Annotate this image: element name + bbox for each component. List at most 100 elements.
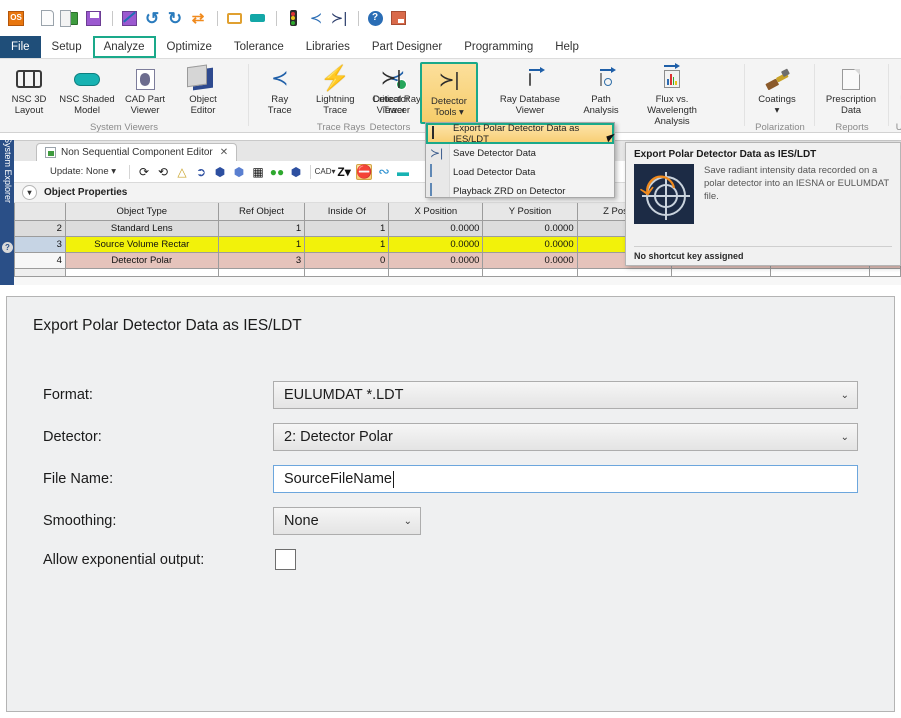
object-shade-icon[interactable]: ⬢ (232, 165, 246, 179)
menu-item-load-detector-data[interactable]: Load Detector Data (426, 163, 614, 182)
rotate-cw-icon[interactable]: ⟳ (137, 165, 151, 179)
flux-vs-wavelength-button[interactable]: Flux vs. Wavelength Analysis (630, 62, 714, 127)
nsc-3d-layout-button[interactable]: NSC 3D Layout (0, 62, 58, 116)
universal-plot-button[interactable]: ⚛ Universa Plot ▾ (890, 62, 901, 116)
ribbon-tab-libraries[interactable]: Libraries (295, 36, 361, 58)
ray-trace-icon[interactable]: ≺ (306, 8, 326, 28)
no-entry-icon[interactable]: ⛔ (356, 163, 372, 180)
cell-object-type[interactable]: Source Volume Rectar (64, 235, 219, 253)
properties-icon[interactable] (388, 8, 408, 28)
cell-inside-of[interactable]: 1 (304, 235, 390, 253)
ray-pointer-icon[interactable]: ➲ (194, 165, 208, 179)
z-axis-dropdown-icon[interactable]: Z▾ (337, 165, 351, 179)
file-name-input[interactable]: SourceFileName (273, 465, 858, 493)
cell-x-position[interactable]: 0.0000 (388, 235, 484, 253)
cell-y-position[interactable]: 0.0000 (482, 235, 578, 253)
window-tile-icon[interactable] (224, 8, 244, 28)
grid-header-cell[interactable] (14, 203, 66, 221)
help-icon[interactable]: ? (2, 242, 13, 253)
grid-header-cell[interactable]: Inside Of (304, 203, 390, 221)
cell-ref-object[interactable]: 1 (217, 219, 306, 237)
menu-item-playback-zrd-on-detector[interactable]: Playback ZRD on Detector (426, 182, 614, 201)
ribbon-tab-tolerance[interactable]: Tolerance (223, 36, 295, 58)
coatings-button[interactable]: Coatings ▾ (748, 62, 806, 116)
table-row-empty[interactable] (14, 267, 901, 277)
cell-object-type[interactable]: Detector Polar (64, 251, 219, 269)
cell-inside-of[interactable]: 0 (304, 251, 390, 269)
window-minimize-icon[interactable] (247, 8, 267, 28)
cell-empty[interactable] (64, 267, 219, 277)
cad-part-viewer-button[interactable]: CAD Part Viewer (116, 62, 174, 116)
redo-icon[interactable]: ↻ (165, 8, 185, 28)
ray-database-viewer-button[interactable]: Ray Database Viewer (488, 62, 572, 116)
ribbon-tab-programming[interactable]: Programming (453, 36, 544, 58)
grid-icon[interactable]: ▦ (251, 165, 265, 179)
ribbon-tab-file[interactable]: File (0, 36, 41, 58)
cell-y-position[interactable]: 0.0000 (482, 219, 578, 237)
menu-item-save-detector-data[interactable]: ≻| Save Detector Data (426, 144, 614, 163)
grid-header-cell[interactable]: X Position (388, 203, 484, 221)
cad-dropdown-icon[interactable]: CAD▾ (315, 165, 336, 179)
menu-item-label: Load Detector Data (453, 167, 536, 178)
ribbon-group-divider (744, 64, 745, 126)
ribbon-tab-optimize[interactable]: Optimize (156, 36, 223, 58)
detector-viewer-button[interactable]: ≻| Detector Viewer (362, 62, 420, 116)
ribbon-tab-help[interactable]: Help (544, 36, 590, 58)
smoothing-select[interactable]: None ⌄ (273, 507, 421, 535)
grid-header-cell[interactable]: Object Type (64, 203, 219, 221)
close-icon[interactable]: ✕ (220, 147, 228, 158)
detector-tools-button[interactable]: ≻| Detector Tools ▾ (420, 62, 478, 124)
cell-x-position[interactable]: 0.0000 (388, 251, 484, 269)
polygon-icon[interactable]: ⬢ (289, 165, 303, 179)
ribbon-tab-setup[interactable]: Setup (41, 36, 93, 58)
cell-empty[interactable] (576, 267, 672, 277)
cell-empty[interactable] (482, 267, 578, 277)
cell-inside-of[interactable]: 1 (304, 219, 390, 237)
update-mode-dropdown[interactable]: Update: None ▾ (50, 166, 116, 177)
ray-aim-icon[interactable]: ≻| (329, 8, 349, 28)
nsc-shaded-model-button[interactable]: NSC Shaded Model (58, 62, 116, 116)
lightning-trace-button[interactable]: ⚡ Lightning Trace (308, 62, 364, 117)
new-file-icon[interactable] (37, 8, 57, 28)
object-editor-button[interactable]: Object Editor (174, 62, 232, 116)
grid-header-cell[interactable]: Ref Object (217, 203, 306, 221)
grid-header-cell[interactable]: Y Position (482, 203, 578, 221)
ray-trace-button[interactable]: ≺ Ray Trace (252, 62, 308, 116)
allow-exponential-checkbox[interactable] (275, 549, 296, 570)
cell-empty[interactable] (670, 267, 772, 277)
two-dots-icon[interactable]: ●● (270, 165, 285, 179)
save-as-icon[interactable] (119, 8, 139, 28)
solid-object-icon[interactable]: ⬢ (213, 165, 227, 179)
prescription-data-button[interactable]: Prescription Data (816, 62, 886, 116)
editor-tab-nsc[interactable]: Non Sequential Component Editor ✕ (36, 143, 238, 161)
cell-ref-object[interactable]: 3 (217, 251, 306, 269)
cell-ref-object[interactable]: 1 (217, 235, 306, 253)
ribbon-tab-analyze[interactable]: Analyze (92, 36, 156, 58)
path-analysis-button[interactable]: Path Analysis (572, 62, 630, 116)
open-file-icon[interactable] (60, 8, 80, 28)
chevron-down-icon[interactable]: ▾ (22, 185, 37, 200)
cell-y-position[interactable]: 0.0000 (482, 251, 578, 269)
cell-object-type[interactable]: Standard Lens (64, 219, 219, 237)
arc-icon[interactable]: ∾ (377, 163, 391, 179)
help-icon[interactable]: ? (365, 8, 385, 28)
cell-empty[interactable] (770, 267, 871, 277)
detector-select[interactable]: 2: Detector Polar ⌄ (273, 423, 858, 451)
traffic-light-icon[interactable] (283, 8, 303, 28)
refresh-icon[interactable]: ⇄ (188, 8, 208, 28)
cell-empty[interactable] (217, 267, 306, 277)
axis-icon[interactable]: △ (175, 165, 189, 179)
cell-empty[interactable] (304, 267, 390, 277)
cell-empty[interactable] (388, 267, 484, 277)
save-file-icon[interactable] (83, 8, 103, 28)
capsule-icon[interactable]: ▬ (396, 165, 410, 179)
ribbon-tab-part-designer[interactable]: Part Designer (361, 36, 453, 58)
format-select[interactable]: EULUMDAT *.LDT ⌄ (273, 381, 858, 409)
rotate-ccw-icon[interactable]: ⟲ (156, 165, 170, 179)
cell-empty[interactable] (869, 267, 901, 277)
system-explorer-sidebar[interactable]: System Explorer ? (0, 137, 14, 285)
undo-icon[interactable]: ↻ (142, 8, 162, 28)
cell-x-position[interactable]: 0.0000 (388, 219, 484, 237)
toolbar-divider (129, 164, 131, 179)
menu-item-export-polar-detector-data[interactable]: Export Polar Detector Data as IES/LDT (426, 123, 614, 145)
